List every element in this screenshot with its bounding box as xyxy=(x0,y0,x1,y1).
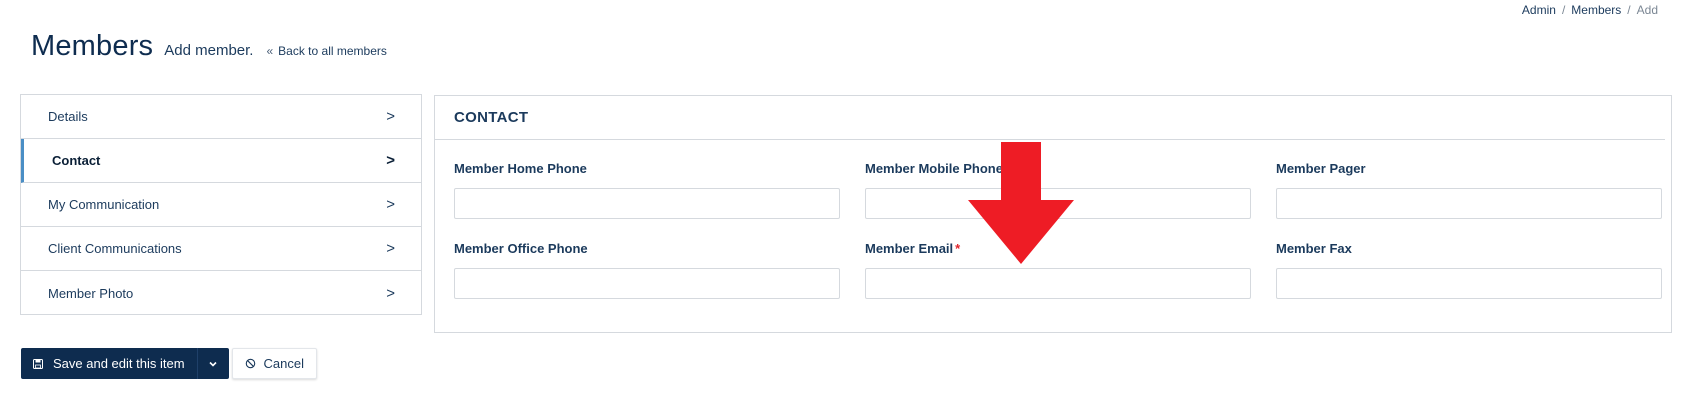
mobile-phone-field-group: Member Mobile Phone xyxy=(865,161,1251,219)
home-phone-field-group: Member Home Phone xyxy=(454,161,840,219)
back-link-label: Back to all members xyxy=(278,44,387,58)
email-label: Member Email * xyxy=(865,241,1251,256)
chevron-right-icon: > xyxy=(386,284,395,302)
chevron-down-icon xyxy=(209,361,217,367)
chevron-right-icon: > xyxy=(386,108,395,125)
mobile-phone-input[interactable] xyxy=(865,188,1251,219)
home-phone-input[interactable] xyxy=(454,188,840,219)
pager-field-group: Member Pager xyxy=(1276,161,1662,219)
email-input[interactable] xyxy=(865,268,1251,299)
mobile-phone-label: Member Mobile Phone xyxy=(865,161,1003,176)
sidebar-item-my-communication[interactable]: My Communication > xyxy=(21,183,421,227)
office-phone-input[interactable] xyxy=(454,268,840,299)
office-phone-field-group: Member Office Phone xyxy=(454,241,840,299)
panel-title: CONTACT xyxy=(454,109,529,126)
section-nav: Details > Contact > My Communication > C… xyxy=(20,94,422,315)
pager-input[interactable] xyxy=(1276,188,1662,219)
page-subtitle: Add member. xyxy=(164,42,254,59)
sidebar-item-member-photo[interactable]: Member Photo > xyxy=(21,271,421,315)
save-main-action[interactable]: Save and edit this item xyxy=(21,348,197,379)
pager-label: Member Pager xyxy=(1276,161,1366,176)
fax-field-group: Member Fax xyxy=(1276,241,1662,299)
sidebar-item-label: Member Photo xyxy=(48,285,134,301)
fax-label: Member Fax xyxy=(1276,241,1352,256)
page-header: Members Add member. « Back to all member… xyxy=(31,30,387,63)
breadcrumb-admin[interactable]: Admin xyxy=(1522,3,1556,17)
sidebar-item-label: My Communication xyxy=(48,197,160,212)
cancel-button[interactable]: Cancel xyxy=(231,348,317,379)
sidebar-item-details[interactable]: Details > xyxy=(21,95,421,139)
save-and-edit-button[interactable]: Save and edit this item xyxy=(21,348,229,379)
form-actions: Save and edit this item Cancel xyxy=(21,348,317,379)
sidebar-item-contact[interactable]: Contact > xyxy=(21,139,421,183)
contact-panel: CONTACT Member Home Phone Member Mobile … xyxy=(434,95,1672,333)
save-options-dropdown[interactable] xyxy=(196,348,229,379)
sidebar-item-client-communications[interactable]: Client Communications > xyxy=(21,227,421,271)
ban-icon xyxy=(245,358,255,369)
contact-fields: Member Home Phone Member Mobile Phone Me… xyxy=(454,161,1664,299)
save-button-label: Save and edit this item xyxy=(53,356,185,371)
breadcrumb-current: Add xyxy=(1636,3,1658,17)
breadcrumb: Admin / Members / Add xyxy=(1522,3,1658,17)
panel-header: CONTACT xyxy=(435,96,1665,140)
double-chevron-left-icon: « xyxy=(266,44,274,58)
home-phone-label: Member Home Phone xyxy=(454,161,587,176)
email-label-text: Member Email xyxy=(865,241,954,256)
sidebar-item-label: Details xyxy=(48,109,88,124)
back-to-all-members-link[interactable]: « Back to all members xyxy=(266,44,386,58)
sidebar-item-label: Client Communications xyxy=(48,241,182,256)
chevron-right-icon: > xyxy=(386,152,395,169)
required-marker: * xyxy=(955,241,961,256)
breadcrumb-separator: / xyxy=(1627,3,1631,17)
page-title: Members xyxy=(31,30,154,62)
breadcrumb-separator: / xyxy=(1561,3,1566,17)
chevron-right-icon: > xyxy=(386,240,395,257)
floppy-disk-icon xyxy=(33,358,43,369)
email-field-group: Member Email * xyxy=(865,241,1251,299)
office-phone-label: Member Office Phone xyxy=(454,241,588,256)
sidebar-item-label: Contact xyxy=(52,153,101,168)
fax-input[interactable] xyxy=(1276,268,1662,299)
chevron-right-icon: > xyxy=(386,196,395,213)
cancel-button-label: Cancel xyxy=(263,356,304,371)
breadcrumb-members[interactable]: Members xyxy=(1571,3,1621,17)
